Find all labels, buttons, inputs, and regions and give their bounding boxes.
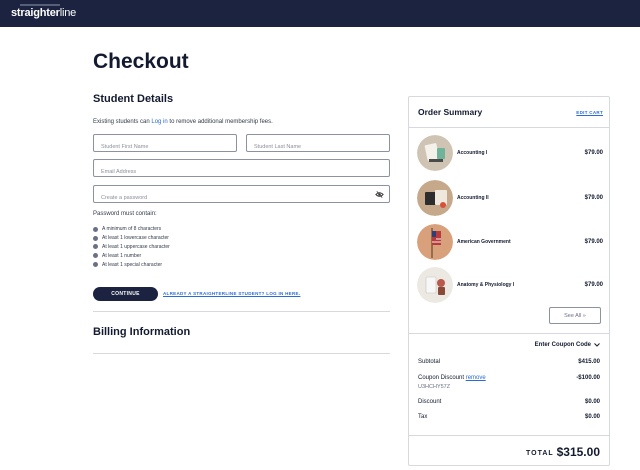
accounting-course-image-icon (417, 135, 453, 171)
order-summary-panel: Order Summary EDIT CART Accounting I $79… (408, 96, 610, 466)
continue-button[interactable]: CONTINUE (93, 287, 158, 301)
cart-item-price: $79.00 (584, 239, 603, 245)
cart-item-price: $79.00 (584, 282, 603, 288)
password-rule: At least 1 lowercase character (93, 234, 170, 243)
cart-item: Accounting I $79.00 (417, 135, 603, 171)
total-value: $315.00 (556, 445, 600, 459)
subtotal-label: Subtotal (418, 359, 441, 365)
password-rule-text: A minimum of 8 characters (102, 226, 162, 233)
remove-coupon-link[interactable]: remove (466, 375, 486, 381)
password-rule-text: At least 1 uppercase character (102, 243, 170, 250)
login-inline-link[interactable]: Log in (151, 119, 167, 125)
cart-item: Accounting II $79.00 (417, 180, 603, 216)
summary-divider (409, 127, 609, 128)
password-rules-title: Password must contain: (93, 211, 157, 217)
accounting-course-image-icon (417, 180, 453, 216)
password-rule: At least 1 special character (93, 260, 170, 269)
tax-label: Tax (418, 414, 428, 420)
last-name-input[interactable] (247, 139, 389, 155)
rule-bullet-icon (93, 226, 98, 232)
billing-information-heading[interactable]: Billing Information (93, 326, 190, 338)
rule-bullet-icon (93, 235, 98, 241)
first-name-input[interactable] (94, 139, 236, 155)
total-label: TOTAL (526, 450, 554, 457)
coupon-toggle-label: Enter Coupon Code (534, 342, 591, 348)
logo-bold-text: straighter (11, 7, 60, 19)
cart-item-name: Accounting I (457, 150, 488, 156)
password-rule: At least 1 uppercase character (93, 243, 170, 252)
last-name-field[interactable] (246, 134, 390, 155)
rule-bullet-icon (93, 244, 98, 250)
cart-item-price: $79.00 (584, 150, 603, 156)
straighterline-logo[interactable]: straighterline (11, 7, 76, 19)
section-divider (93, 311, 390, 312)
summary-divider (409, 435, 609, 436)
cart-item-name: Accounting II (457, 195, 489, 201)
coupon-discount-row: Coupon Discount remove (418, 375, 486, 381)
intro-text-before: Existing students can (93, 119, 152, 125)
discount-value: $0.00 (584, 399, 600, 405)
rule-bullet-icon (93, 253, 98, 259)
password-input[interactable] (94, 190, 389, 206)
coupon-discount-label: Coupon Discount (418, 375, 465, 381)
chevron-right-icon: » (582, 312, 586, 319)
cart-item-name: American Government (457, 239, 511, 245)
password-rule: A minimum of 8 characters (93, 225, 170, 234)
cart-item-name: Anatomy & Physiology I (457, 282, 515, 288)
rule-bullet-icon (93, 262, 98, 268)
coupon-code: U3HCHY57Z (418, 384, 451, 390)
anatomy-course-image-icon (417, 267, 453, 303)
logo-light-text: line (59, 7, 77, 19)
student-details-heading: Student Details (93, 93, 174, 105)
email-input[interactable] (94, 164, 389, 180)
summary-divider (409, 333, 609, 334)
order-summary-title: Order Summary (418, 107, 483, 117)
american-flag-image-icon (417, 224, 453, 260)
intro-text-after: to remove additional membership fees. (167, 119, 273, 125)
enter-coupon-code-toggle[interactable]: Enter Coupon Code (535, 342, 600, 348)
password-rule: At least 1 number (93, 251, 170, 260)
see-all-label: See All (564, 312, 582, 319)
password-rule-text: At least 1 special character (102, 261, 163, 268)
edit-cart-link[interactable]: EDIT CART (576, 110, 603, 115)
password-rule-text: At least 1 lowercase character (102, 235, 169, 242)
discount-label: Discount (418, 399, 442, 405)
logo-tagline-mark (20, 4, 60, 6)
cart-item: American Government $79.00 (417, 224, 603, 260)
first-name-field[interactable] (93, 134, 237, 155)
existing-student-login-link[interactable]: ALREADY A STRAIGHTERLINE STUDENT? LOG IN… (163, 291, 300, 296)
coupon-discount-value: -$100.00 (576, 375, 600, 381)
email-field[interactable] (93, 159, 390, 180)
existing-students-note: Existing students can Log in to remove a… (93, 119, 273, 125)
subtotal-value: $415.00 (578, 359, 600, 365)
password-rules-list: A minimum of 8 characters At least 1 low… (93, 225, 170, 269)
cart-item: Anatomy & Physiology I $79.00 (417, 267, 603, 303)
eye-slash-icon[interactable] (375, 190, 384, 199)
cart-item-price: $79.00 (584, 195, 603, 201)
page-title: Checkout (93, 50, 189, 73)
password-field[interactable] (93, 185, 390, 206)
see-all-button[interactable]: See All » (549, 307, 601, 324)
password-rule-text: At least 1 number (102, 252, 142, 259)
tax-value: $0.00 (584, 414, 600, 420)
top-navigation-bar: straighterline (0, 0, 640, 27)
section-divider (93, 353, 390, 354)
chevron-down-icon (594, 343, 600, 347)
